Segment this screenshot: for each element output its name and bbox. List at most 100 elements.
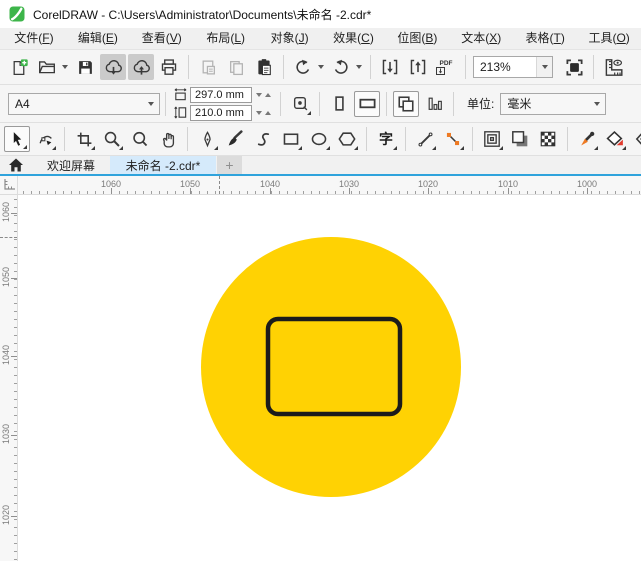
autofit-page-button[interactable] — [287, 91, 313, 117]
ellipse-tool[interactable] — [306, 126, 332, 152]
zoom-level-dropdown[interactable] — [536, 57, 552, 77]
title-bar: CorelDRAW - C:\Users\Administrator\Docum… — [0, 0, 641, 28]
shadow-tool[interactable] — [507, 126, 533, 152]
menu-object[interactable]: 对象(J) — [258, 28, 322, 49]
contour-tool[interactable] — [479, 126, 505, 152]
window-title: CorelDRAW - C:\Users\Administrator\Docum… — [33, 7, 372, 22]
undo-dropdown-caret[interactable] — [318, 65, 324, 69]
tab-document[interactable]: 未命名 -2.cdr* — [110, 156, 216, 174]
workspace: 1060 1050 1040 1030 1020 — [0, 195, 641, 561]
rounded-rectangle-shape[interactable] — [265, 316, 403, 417]
tab-welcome-screen[interactable]: 欢迎屏幕 — [32, 156, 110, 174]
open-dropdown-caret[interactable] — [62, 65, 68, 69]
menu-effects[interactable]: 效果(C) — [322, 28, 386, 49]
chevron-down-icon — [148, 101, 154, 106]
menu-text[interactable]: 文本(X) — [449, 28, 513, 49]
standard-toolbar: PDF 213% — [0, 50, 641, 85]
redo-button[interactable] — [328, 54, 354, 80]
show-rulers-button[interactable] — [600, 54, 626, 80]
menu-view[interactable]: 查看(V) — [130, 28, 194, 49]
menu-tools[interactable]: 工具(O) — [577, 28, 641, 49]
page-height-spinner[interactable] — [254, 110, 273, 115]
zoom-out-tool[interactable] — [127, 126, 153, 152]
ruler-label: 1040 — [1, 344, 11, 366]
brush-tool[interactable] — [222, 126, 248, 152]
ruler-label: 1050 — [1, 266, 11, 288]
ruler-origin-corner[interactable] — [0, 176, 18, 194]
publish-pdf-button[interactable]: PDF — [433, 54, 459, 80]
menu-layout[interactable]: 布局(L) — [194, 28, 258, 49]
flyout-indicator — [52, 146, 56, 150]
vertical-ruler[interactable]: 1060 1050 1040 1030 1020 — [0, 195, 18, 561]
page-width-icon — [173, 87, 188, 102]
zoom-level-combo[interactable]: 213% — [473, 56, 553, 78]
flyout-indicator — [91, 146, 95, 150]
flyout-indicator — [432, 146, 436, 150]
fullscreen-preview-button[interactable] — [561, 54, 587, 80]
freehand-tool[interactable] — [250, 126, 276, 152]
pick-tool[interactable] — [4, 126, 30, 152]
redo-dropdown-caret[interactable] — [356, 65, 362, 69]
chevron-down-icon — [541, 65, 548, 69]
flyout-indicator — [23, 145, 27, 149]
cut-button[interactable] — [195, 54, 221, 80]
flyout-indicator — [393, 146, 397, 150]
pan-tool[interactable] — [155, 126, 181, 152]
flyout-indicator — [594, 146, 598, 150]
units-value: 毫米 — [507, 97, 532, 111]
all-pages-button[interactable] — [393, 90, 419, 117]
page-sorter-button[interactable] — [421, 91, 447, 117]
cursor-position-indicator — [219, 176, 220, 194]
new-tab-button[interactable]: + — [217, 156, 242, 174]
home-tab[interactable] — [0, 156, 32, 174]
page-size-combo[interactable]: A4 — [8, 92, 160, 115]
home-icon — [9, 158, 23, 172]
pen-tool[interactable] — [194, 126, 220, 152]
menu-bar: 文件(F) 编辑(E) 查看(V) 布局(L) 对象(J) 效果(C) 位图(B… — [0, 28, 641, 50]
zoom-tool[interactable] — [99, 126, 125, 152]
flyout-indicator — [214, 146, 218, 150]
undo-button[interactable] — [290, 54, 316, 80]
portrait-button[interactable] — [326, 91, 352, 117]
page-size-value: A4 — [15, 96, 30, 111]
horizontal-ruler-row: 1060 1050 1040 1030 1020 1010 1000 — [0, 176, 641, 195]
polygon-tool[interactable] — [334, 126, 360, 152]
ruler-label: 1020 — [1, 504, 11, 526]
text-tool[interactable]: 字 — [373, 126, 399, 152]
open-document-button[interactable] — [34, 54, 60, 80]
flyout-indicator — [326, 146, 330, 150]
print-button[interactable] — [156, 54, 182, 80]
document-tab-bar: 欢迎屏幕 未命名 -2.cdr* + — [0, 156, 641, 176]
units-combo[interactable]: 毫米 — [500, 92, 607, 115]
drawing-canvas[interactable] — [18, 195, 641, 561]
shape-tool[interactable] — [32, 126, 58, 152]
ruler-label: 1060 — [1, 201, 11, 223]
landscape-button[interactable] — [354, 90, 380, 117]
cloud-upload-button[interactable] — [128, 54, 154, 80]
menu-table[interactable]: 表格(T) — [513, 28, 577, 49]
connector-tool[interactable] — [440, 126, 466, 152]
save-button[interactable] — [72, 54, 98, 80]
pdf-label: PDF — [439, 59, 453, 67]
menu-edit[interactable]: 编辑(E) — [66, 28, 130, 49]
line-tool[interactable] — [412, 126, 438, 152]
paste-button[interactable] — [251, 54, 277, 80]
cloud-download-button[interactable] — [100, 54, 126, 80]
outline-pen-tool[interactable] — [630, 126, 641, 152]
import-button[interactable] — [377, 54, 403, 80]
rectangle-tool[interactable] — [278, 126, 304, 152]
smart-fill-tool[interactable] — [602, 126, 628, 152]
page-width-spinner[interactable] — [254, 92, 273, 97]
eyedropper-tool[interactable] — [574, 126, 600, 152]
transparency-tool[interactable] — [535, 126, 561, 152]
coreldraw-logo-icon — [9, 6, 25, 22]
crop-tool[interactable] — [71, 126, 97, 152]
export-button[interactable] — [405, 54, 431, 80]
page-width-field[interactable]: 297.0 mm — [190, 86, 252, 103]
menu-file[interactable]: 文件(F) — [2, 28, 66, 49]
menu-bitmaps[interactable]: 位图(B) — [385, 28, 449, 49]
new-document-button[interactable] — [6, 54, 32, 80]
copy-button[interactable] — [223, 54, 249, 80]
page-height-field[interactable]: 210.0 mm — [190, 104, 252, 121]
horizontal-ruler[interactable]: 1060 1050 1040 1030 1020 1010 1000 — [18, 176, 641, 194]
